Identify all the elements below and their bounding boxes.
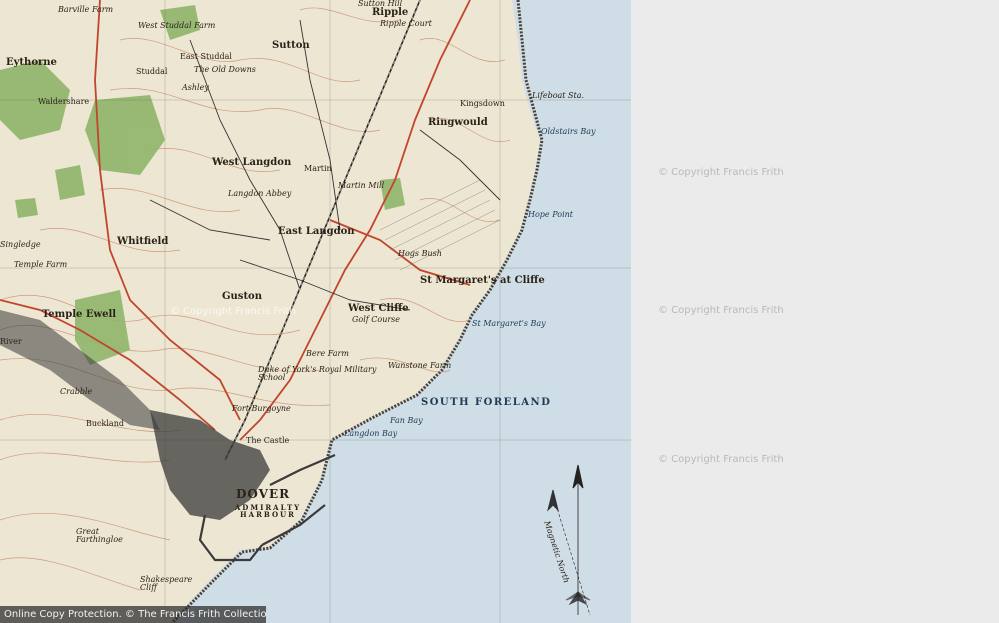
label-ripple: Ripple [372, 7, 409, 18]
label-temple-ewell: Temple Ewell [42, 309, 117, 320]
label-studdal: Studdal [136, 67, 168, 76]
label-the-castle: The Castle [246, 436, 290, 445]
label-hogs-bush: Hogs Bush [398, 249, 442, 258]
label-st-margarets-at-cliffe: St Margaret's at Cliffe [420, 275, 545, 286]
label-ashley: Ashley [182, 83, 209, 92]
label-whitfield: Whitfield [117, 236, 169, 247]
label-golf-course: Golf Course [352, 315, 401, 324]
label-st-margarets-bay: St Margaret's Bay [472, 319, 546, 328]
label-the-old-downs: The Old Downs [194, 65, 256, 74]
label-guston: Guston [222, 291, 262, 302]
label-great-farthingloe: Great Farthingloe [76, 527, 123, 544]
map-watermark: © Copyright Francis Frith [170, 306, 296, 317]
label-sutton: Sutton [272, 40, 310, 51]
label-west-cliffe: West Cliffe [348, 303, 409, 314]
map-image: Sutton Hill Ripple Ripple Court Barville… [0, 0, 631, 623]
label-eythorne: Eythorne [6, 57, 57, 68]
label-duke-of-yorks-school: Duke of York's Royal Military School [258, 365, 377, 382]
label-west-studdal: West Studdal Farm [138, 21, 216, 30]
label-south-foreland: SOUTH FORELAND [421, 397, 552, 408]
label-lifeboat-sta: Lifeboat Sta. [532, 91, 585, 100]
label-singledge: Singledge [0, 240, 41, 249]
label-langdon-abbey: Langdon Abbey [228, 189, 292, 198]
label-buckland: Buckland [86, 419, 124, 428]
label-oldstairs-bay: Oldstairs Bay [541, 127, 596, 136]
copyright-watermark: © Copyright Francis Frith [658, 167, 784, 178]
copyright-watermark: © Copyright Francis Frith [658, 454, 784, 465]
label-west-langdon: West Langdon [212, 157, 292, 168]
label-barville-farm: Barville Farm [58, 5, 114, 14]
label-waldershare: Waldershare [38, 97, 90, 106]
label-fan-bay: Fan Bay [390, 416, 423, 425]
label-shakespeare-cliff: Shakespeare Cliff [140, 575, 193, 592]
label-langdon-bay: Langdon Bay [344, 429, 398, 438]
label-admiralty-harbour: ADMIRALTY HARBOUR [234, 503, 302, 519]
label-martin: Martin [304, 164, 332, 173]
label-east-studdal: East Studdal [180, 52, 232, 61]
copyright-watermark: © Copyright Francis Frith [658, 305, 784, 316]
label-kingsdown: Kingsdown [460, 99, 505, 108]
label-river: River [0, 337, 22, 346]
label-ringwould: Ringwould [428, 117, 488, 128]
label-wanstone-farm: Wanstone Farm [388, 361, 452, 370]
label-fort-burgoyne: Fort Burgoyne [232, 404, 291, 413]
label-ripple-court: Ripple Court [380, 19, 432, 28]
label-temple-farm: Temple Farm [14, 260, 68, 269]
label-crabble: Crabble [60, 387, 93, 396]
label-bere-farm: Bere Farm [306, 349, 349, 358]
label-east-langdon: East Langdon [278, 226, 355, 237]
label-martin-mill: Martin Mill [338, 181, 385, 190]
label-hope-point: Hope Point [528, 210, 573, 219]
side-panel: © Copyright Francis Frith © Copyright Fr… [631, 0, 999, 623]
copy-protection-footer: Online Copy Protection. © The Francis Fr… [0, 606, 266, 623]
label-dover: DOVER [236, 487, 291, 501]
